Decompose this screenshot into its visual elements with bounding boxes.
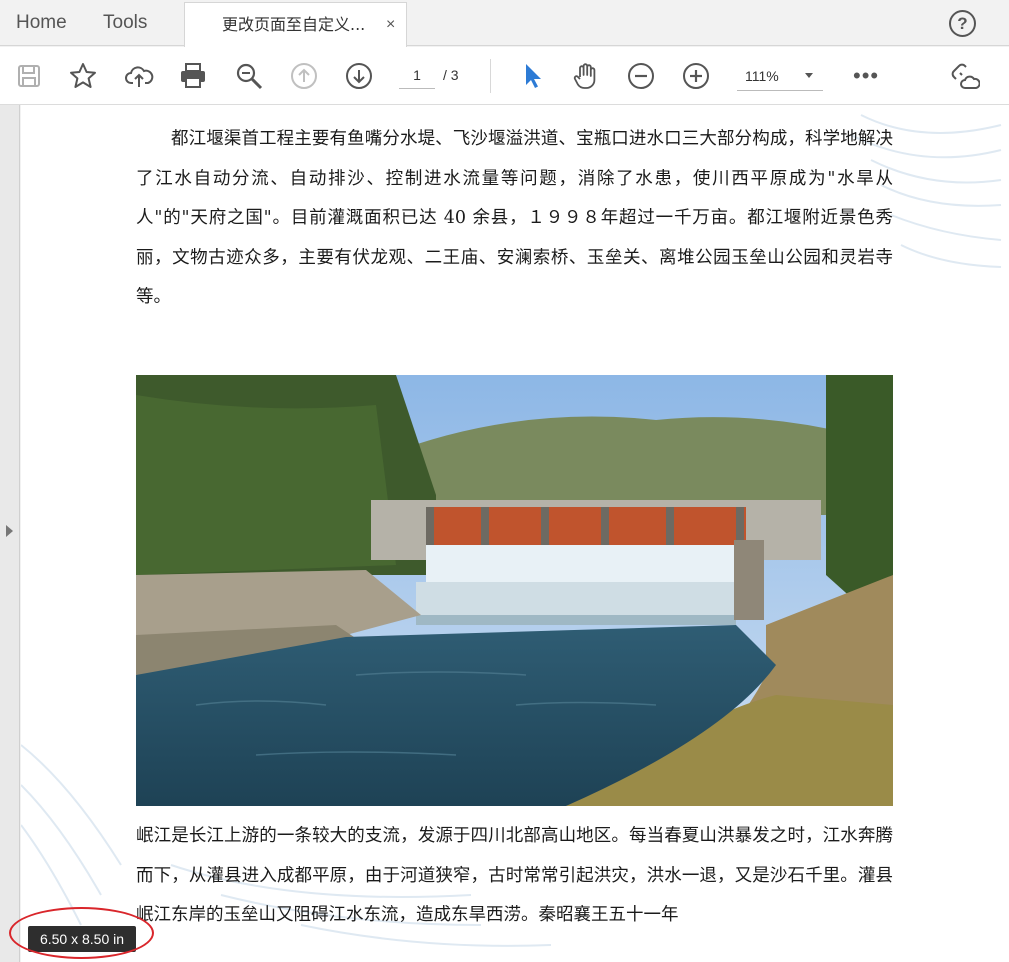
zoom-out-icon[interactable]	[624, 59, 658, 93]
page-up-icon[interactable]	[287, 59, 321, 93]
select-cursor-icon[interactable]	[515, 59, 549, 93]
toolbar-divider	[490, 59, 491, 93]
link-cloud-icon[interactable]	[948, 59, 982, 93]
zoom-dropdown[interactable]: 111%	[737, 61, 823, 91]
page-down-icon[interactable]	[342, 59, 376, 93]
zoom-search-icon[interactable]	[232, 59, 266, 93]
document-tab-title: 更改页面至自定义...	[222, 15, 366, 34]
page-total: / 3	[443, 67, 459, 83]
paragraph-dujiangyan: 都江堰渠首工程主要有鱼嘴分水堤、飞沙堰溢洪道、宝瓶口进水口三大部分构成，科学地解…	[136, 129, 893, 307]
document-tab[interactable]: 更改页面至自定义... ×	[184, 2, 407, 47]
tab-home[interactable]: Home	[16, 0, 67, 46]
help-icon[interactable]: ?	[949, 10, 976, 37]
chevron-down-icon	[805, 73, 813, 78]
save-icon[interactable]	[12, 59, 46, 93]
dam-photo	[136, 375, 893, 806]
star-icon[interactable]	[66, 59, 100, 93]
hand-icon[interactable]	[569, 59, 603, 93]
zoom-value: 111%	[745, 68, 779, 84]
page-number-input[interactable]: 1	[399, 61, 435, 89]
toolbar: 1 / 3 111% •••	[0, 47, 1009, 105]
tab-bar: Home Tools 更改页面至自定义... × ?	[0, 0, 1009, 47]
tab-tools[interactable]: Tools	[103, 0, 147, 46]
print-icon[interactable]	[176, 59, 210, 93]
expand-panel-icon[interactable]	[6, 525, 13, 537]
more-icon[interactable]: •••	[853, 59, 879, 93]
close-tab-icon[interactable]: ×	[386, 3, 395, 47]
document-page: 都江堰渠首工程主要有鱼嘴分水堤、飞沙堰溢洪道、宝瓶口进水口三大部分构成，科学地解…	[21, 105, 1009, 962]
zoom-in-icon[interactable]	[679, 59, 713, 93]
paragraph-minjiang: 岷江是长江上游的一条较大的支流，发源于四川北部高山地区。每当春夏山洪暴发之时，江…	[136, 826, 893, 925]
highlight-ellipse	[9, 907, 154, 959]
cloud-upload-icon[interactable]	[122, 59, 156, 93]
left-panel-rail	[0, 105, 20, 962]
